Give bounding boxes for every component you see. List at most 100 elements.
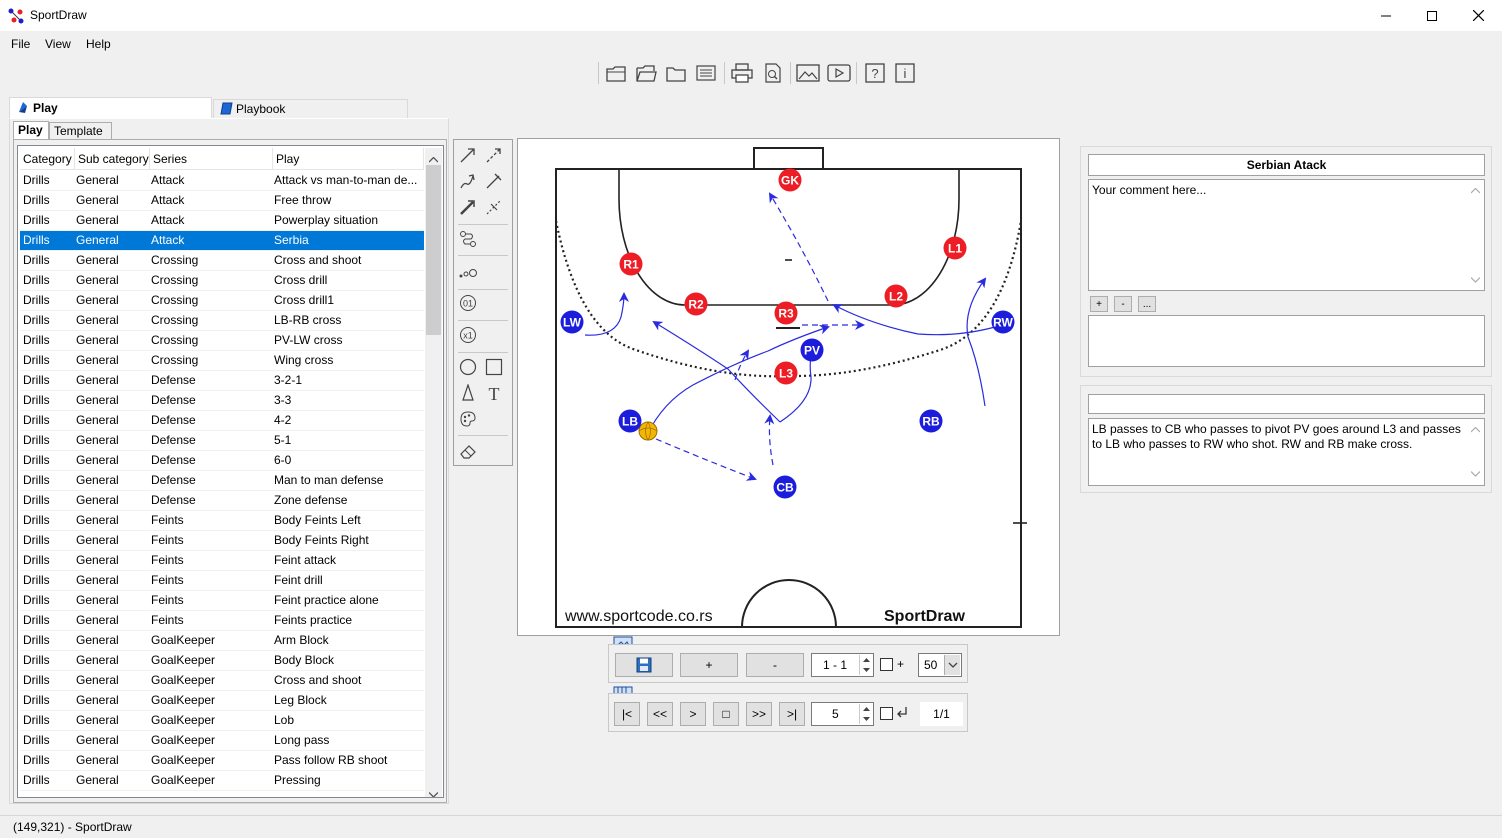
table-scrollbar[interactable] [425, 148, 442, 797]
table-row[interactable]: Drills General Feints Feint attack [20, 551, 424, 571]
frame-title-field[interactable] [1088, 394, 1485, 414]
last-frame-button[interactable]: >| [779, 702, 805, 726]
table-row[interactable]: Drills General GoalKeeper Cross and shoot [20, 671, 424, 691]
color-palette-icon[interactable] [457, 408, 479, 430]
table-row[interactable]: Drills General Crossing Cross and shoot [20, 251, 424, 271]
table-row[interactable]: Drills General Feints Feint drill [20, 571, 424, 591]
scroll-down-icon[interactable] [428, 787, 439, 797]
info-icon[interactable]: i [892, 60, 918, 86]
list-icon[interactable] [693, 60, 719, 86]
dropdown-arrow-icon[interactable] [944, 655, 960, 675]
save-frame-button[interactable] [615, 653, 673, 677]
maximize-button[interactable] [1409, 0, 1455, 31]
wavy-arrow-tool-icon[interactable] [457, 170, 479, 192]
minimize-button[interactable] [1363, 0, 1409, 31]
menu-view[interactable]: View [45, 37, 71, 51]
table-row[interactable]: Drills General Crossing Cross drill1 [20, 291, 424, 311]
plus-checkbox[interactable] [880, 658, 893, 671]
remove-frame-button[interactable]: - [746, 653, 804, 677]
player-lb[interactable]: LB [618, 409, 642, 433]
description-textarea[interactable]: LB passes to CB who passes to pivot PV g… [1088, 418, 1485, 486]
browse-attachment-button[interactable]: ... [1138, 296, 1156, 312]
tab-playbook[interactable]: Playbook [213, 99, 408, 119]
table-row[interactable]: Drills General Defense 4-2 [20, 411, 424, 431]
table-row[interactable]: Drills General Feints Body Feints Left [20, 511, 424, 531]
video-icon[interactable] [826, 60, 852, 86]
column-header-category[interactable]: Category [20, 148, 75, 170]
spinner-arrows-icon[interactable] [859, 655, 872, 675]
column-header-play[interactable]: Play [273, 148, 424, 170]
add-attachment-button[interactable]: + [1090, 296, 1108, 312]
menu-file[interactable]: File [11, 37, 30, 51]
frame-range-spinner[interactable]: 1 - 1 [811, 653, 874, 677]
player-cb[interactable]: CB [773, 475, 797, 499]
cone-tool-icon[interactable] [457, 382, 479, 404]
subtab-template[interactable]: Template [49, 122, 112, 140]
table-row[interactable]: Drills General Crossing Cross drill [20, 271, 424, 291]
table-row[interactable]: Drills General Attack Serbia [20, 231, 424, 251]
table-row[interactable]: Drills General Attack Attack vs man-to-man … [20, 171, 424, 191]
player-l3[interactable]: L3 [774, 361, 798, 385]
remove-attachment-button[interactable]: - [1114, 296, 1132, 312]
player-r2[interactable]: R2 [684, 292, 708, 316]
table-row[interactable]: Drills General Defense 3-3 [20, 391, 424, 411]
close-button[interactable] [1455, 0, 1501, 31]
speed-spinner[interactable]: 5 [811, 702, 874, 726]
marked-player-tool-icon[interactable]: x1 [457, 324, 479, 346]
table-row[interactable]: Drills General Defense 3-2-1 [20, 371, 424, 391]
player-l2[interactable]: L2 [884, 284, 908, 308]
table-row[interactable]: Drills General GoalKeeper Body Block [20, 651, 424, 671]
attachments-box[interactable] [1088, 315, 1485, 367]
next-frame-button[interactable]: >> [746, 702, 772, 726]
table-row[interactable]: Drills General Feints Feints practice [20, 611, 424, 631]
table-row[interactable]: Drills General Crossing PV-LW cross [20, 331, 424, 351]
circle-tool-icon[interactable] [457, 356, 479, 378]
print-preview-icon[interactable] [760, 60, 786, 86]
player-r1[interactable]: R1 [619, 252, 643, 276]
tab-play[interactable]: Play [9, 97, 212, 119]
arrow-tool-icon[interactable] [457, 144, 479, 166]
open-icon[interactable] [633, 60, 659, 86]
player-gk[interactable]: GK [778, 168, 802, 192]
table-row[interactable]: Drills General GoalKeeper Long pass [20, 731, 424, 751]
scroll-up-icon[interactable] [428, 152, 439, 166]
player-pv[interactable]: PV [800, 338, 824, 362]
block-arrow-tool-icon[interactable] [483, 170, 505, 192]
table-row[interactable]: Drills General Attack Free throw [20, 191, 424, 211]
dashed-arrow-tool-icon[interactable] [483, 144, 505, 166]
zoom-select[interactable]: 50 [918, 653, 962, 677]
loop-checkbox[interactable] [880, 707, 893, 720]
table-row[interactable]: Drills General Feints Body Feints Right [20, 531, 424, 551]
player-r3[interactable]: R3 [774, 301, 798, 325]
table-row[interactable]: Drills General GoalKeeper Pass follow RB sh… [20, 751, 424, 771]
play-button[interactable]: > [680, 702, 706, 726]
table-row[interactable]: Drills General Crossing Wing cross [20, 351, 424, 371]
column-header-subcategory[interactable]: Sub category [75, 148, 150, 170]
table-row[interactable]: Drills General Defense Zone defense [20, 491, 424, 511]
column-header-series[interactable]: Series [150, 148, 273, 170]
comment-textarea[interactable]: Your comment here... [1088, 179, 1485, 291]
menu-help[interactable]: Help [86, 37, 111, 51]
table-row[interactable]: Drills General Feints Feint practice alone [20, 591, 424, 611]
court-canvas[interactable]: GK R1 R2 R3 L2 L1 L3 LW PV RW LB RB CB www.sportcode… [517, 138, 1060, 636]
table-row[interactable]: Drills General Defense 6-0 [20, 451, 424, 471]
spinner-arrows-icon[interactable] [859, 704, 872, 724]
scroll-down-icon[interactable] [1470, 272, 1481, 286]
new-icon[interactable] [603, 60, 629, 86]
rectangle-tool-icon[interactable] [483, 356, 505, 378]
print-icon[interactable] [729, 60, 755, 86]
numbered-player-tool-icon[interactable]: 01 [457, 292, 479, 314]
help-icon[interactable]: ? [862, 60, 888, 86]
table-row[interactable]: Drills General Defense 5-1 [20, 431, 424, 451]
text-tool-icon[interactable]: T [483, 382, 505, 404]
add-frame-button[interactable]: + [680, 653, 738, 677]
image-icon[interactable] [795, 60, 821, 86]
eraser-tool-icon[interactable] [457, 440, 479, 462]
scroll-up-icon[interactable] [1470, 422, 1481, 437]
table-row[interactable]: Drills General Defense Man to man defense [20, 471, 424, 491]
subtab-play[interactable]: Play [13, 121, 49, 139]
table-row[interactable]: Drills General Attack Powerplay situation [20, 211, 424, 231]
table-row[interactable]: Drills General Crossing LB-RB cross [20, 311, 424, 331]
player-rw[interactable]: RW [991, 310, 1015, 334]
first-frame-button[interactable]: |< [614, 702, 640, 726]
